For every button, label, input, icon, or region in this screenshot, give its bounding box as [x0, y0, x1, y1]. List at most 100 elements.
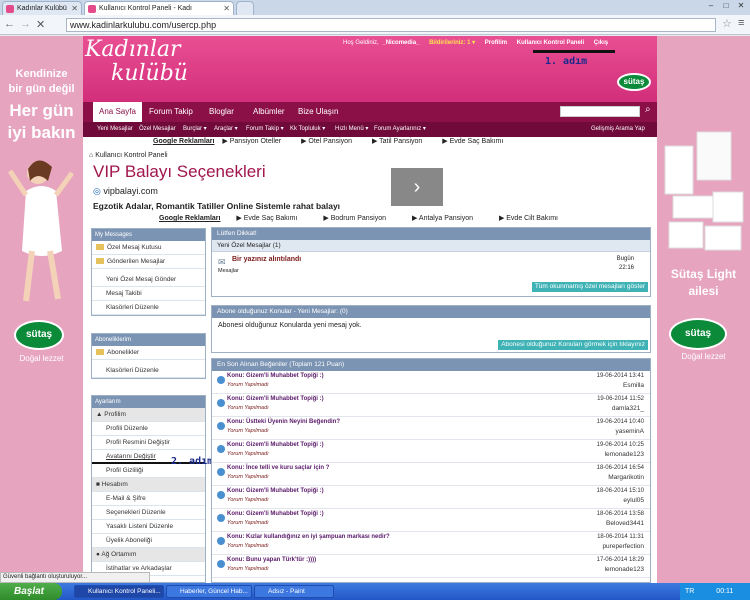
nav-forum-takip[interactable]: Forum Takip [149, 102, 193, 122]
subnav-yeni-mesajlar[interactable]: Yeni Mesajlar [97, 122, 133, 137]
tab-label: Kadınlar Kulübü [17, 5, 67, 12]
google-ads-label[interactable]: Google Reklamları [153, 138, 214, 145]
nav-albumler[interactable]: Albümler [253, 102, 285, 122]
notifications-link[interactable]: Bildirileriniz: 1 ▾ [429, 40, 475, 46]
username-link[interactable]: _Nicomedia_ [382, 40, 419, 46]
sidebar-item-sent[interactable]: Gönderilen Mesajlar [92, 255, 205, 269]
stop-icon[interactable]: ✕ [36, 18, 45, 31]
site-logo[interactable]: Kadınlar kulübü [85, 38, 227, 100]
subnav-burclar[interactable]: Burçlar ▾ [183, 122, 207, 137]
sidebar-section-title[interactable]: My Messages [92, 229, 205, 241]
minimize-icon[interactable]: – [704, 0, 718, 12]
menu-icon[interactable]: ≡ [738, 17, 744, 29]
close-tab-icon[interactable]: ✕ [71, 2, 78, 15]
vip-ad-arrow-button[interactable]: › [391, 168, 443, 206]
profile-link[interactable]: Profilim [485, 40, 507, 46]
start-button[interactable]: Başlat [0, 583, 62, 600]
like-thread-link[interactable]: Konu: İnce telli ve kuru saçlar için ? [227, 465, 329, 471]
ad-link[interactable]: ▶ Bodrum Pansiyon [323, 215, 386, 222]
like-thread-link[interactable]: Konu: Bunu yapan Türk'tür :)))) [227, 557, 316, 563]
window-close-icon[interactable]: ✕ [734, 0, 748, 12]
like-user-link[interactable]: yaseminA [615, 428, 644, 435]
left-side-ad[interactable]: Kendinize bir gün değil Her gün iyi bakı… [0, 36, 83, 583]
sidebar-item-profile-picture[interactable]: Profil Resmini Değiştir [92, 436, 205, 450]
bookmark-star-icon[interactable]: ☆ [722, 17, 732, 30]
sidebar-item-membership[interactable]: Üyelik Aboneliği [92, 534, 205, 548]
like-user-link[interactable]: eylul05 [623, 497, 644, 504]
subnav-araclar[interactable]: Araçlar ▾ [214, 122, 238, 137]
forward-icon[interactable]: → [20, 18, 31, 30]
new-tab-button[interactable] [236, 1, 254, 15]
subnav-hizli-menu[interactable]: Hızlı Menü ▾ [335, 122, 368, 137]
sidebar-item-edit-profile[interactable]: Profili Düzenle [92, 422, 205, 436]
like-user-link[interactable]: Margarikotin [608, 474, 644, 481]
like-thread-link[interactable]: Konu: Gizem'li Muhabbet Topiği :) [227, 396, 324, 402]
sidebar-section-title[interactable]: Aboneliklerim [92, 334, 205, 346]
like-comment: Yorum Yapılmadı [227, 428, 269, 434]
sidebar-item-options[interactable]: Seçenekleri Düzenle [92, 506, 205, 520]
ad-link[interactable]: ▶ Otel Pansiyon [301, 138, 352, 145]
like-user-link[interactable]: damla321_ [612, 405, 644, 412]
like-user-link[interactable]: pureperfection [602, 543, 644, 550]
sidebar-item-sub-folders[interactable]: Klasörleri Düzenle [92, 364, 205, 378]
taskbar-item-chrome-news[interactable]: Haberler, Güncel Hab... [166, 585, 252, 598]
logout-link[interactable]: Çıkış [594, 40, 608, 46]
nav-bize-ulasin[interactable]: Bize Ulaşın [298, 102, 338, 122]
vip-ad-title[interactable]: VIP Balayı Seçenekleri [93, 162, 659, 182]
like-comment: Yorum Yapılmadı [227, 566, 269, 572]
back-icon[interactable]: ← [4, 18, 15, 30]
search-icon[interactable]: ⌕ [645, 104, 651, 115]
sidebar-item-folders[interactable]: Klasörleri Düzenle [92, 301, 205, 315]
nav-home[interactable]: Ana Sayfa [93, 102, 142, 122]
browser-tab-kadinlar[interactable]: Kadınlar Kulübü ✕ [2, 1, 82, 15]
like-date: 18-06-2014 13:58 [596, 511, 644, 517]
like-row: Konu: Üstteki Üyenin Neyini Beğendin? Yor… [212, 417, 650, 440]
like-thread-link[interactable]: Konu: Üstteki Üyenin Neyini Beğendin? [227, 419, 340, 425]
like-thread-link[interactable]: Konu: Gizem'li Muhabbet Topiği :) [227, 511, 324, 517]
ad-link[interactable]: ▶ Antalya Pansiyon [412, 215, 473, 222]
control-panel-link[interactable]: Kullanıcı Kontrol Paneli [517, 40, 584, 46]
right-side-ad[interactable]: Sütaş Light ailesi sütaş Doğal lezzet [657, 36, 750, 583]
like-user-link[interactable]: Esmilla [623, 382, 644, 389]
ad-link[interactable]: ▶ Evde Cilt Bakımı [499, 215, 558, 222]
advanced-search-link[interactable]: Gelişmiş Arama Yap [591, 122, 645, 137]
vip-ad-url[interactable]: ◎ vipbalayi.com [93, 186, 659, 197]
close-tab-icon[interactable]: ✕ [223, 2, 230, 15]
like-user-link[interactable]: Beloved3441 [606, 520, 644, 527]
subnav-kk-topluluk[interactable]: Kk Topluluk ▾ [290, 122, 325, 137]
ad-link[interactable]: ▶ Tatil Pansiyon [372, 138, 422, 145]
language-indicator[interactable]: TR [685, 588, 694, 595]
show-unread-pms-button[interactable]: Tüm okunmamış özel mesajları göster [531, 282, 648, 292]
url-field[interactable]: www.kadinlarkulubu.com/usercp.php [66, 18, 716, 32]
sidebar-item-subscriptions[interactable]: Abonelikler [92, 346, 205, 360]
taskbar-item-paint[interactable]: Adsız - Paint [254, 585, 334, 598]
sidebar-item-inbox[interactable]: Özel Mesaj Kutusu [92, 241, 205, 255]
vip-ad[interactable]: VIP Balayı Seçenekleri ◎ vipbalayi.com E… [93, 162, 659, 217]
home-icon[interactable]: ⌂ [89, 152, 93, 159]
like-thread-link[interactable]: Konu: Kızlar kullandığınız en iyi şampua… [227, 534, 390, 540]
sidebar-item-new-pm[interactable]: Yeni Özel Mesaj Gönder [92, 273, 205, 287]
like-thread-link[interactable]: Konu: Gizem'li Muhabbet Topiği :) [227, 442, 324, 448]
subnav-ozel-mesajlar[interactable]: Özel Mesajlar [139, 122, 176, 137]
like-thread-link[interactable]: Konu: Gizem'li Muhabbet Topiği :) [227, 488, 324, 494]
search-input[interactable] [560, 106, 640, 117]
ad-link[interactable]: ▶ Pansiyon Oteller [222, 138, 281, 145]
browser-tab-kontrol-paneli[interactable]: Kullanıcı Kontrol Paneli - Kadı ✕ [84, 1, 234, 15]
pm-title-link[interactable]: Bir yazınız alıntılandı [232, 256, 301, 263]
sidebar-item-email-password[interactable]: E-Mail & Şifre [92, 492, 205, 506]
like-user-link[interactable]: lemonade123 [605, 566, 644, 573]
like-user-link[interactable]: lemonade123 [605, 451, 644, 458]
taskbar-item-chrome-cp[interactable]: Kullanıcı Kontrol Paneli... [74, 585, 164, 598]
subnav-forum-ayarlari[interactable]: Forum Ayarlarınız ▾ [374, 122, 426, 137]
sidebar-section-title[interactable]: Ayarlarım [92, 396, 205, 408]
google-ads-label[interactable]: Google Reklamları [159, 215, 220, 222]
maximize-icon[interactable]: □ [719, 0, 733, 12]
subnav-forum-takip[interactable]: Forum Takip ▾ [246, 122, 284, 137]
ad-link[interactable]: ▶ Evde Saç Bakımı [236, 215, 297, 222]
nav-bloglar[interactable]: Bloglar [209, 102, 234, 122]
sidebar-item-tracking[interactable]: Mesaj Takibi [92, 287, 205, 301]
like-thread-link[interactable]: Konu: Gizem'li Muhabbet Topiği :) [227, 373, 324, 379]
show-subscribed-threads-button[interactable]: Abonesi olduğunuz Konuları görmek için t… [498, 340, 648, 350]
sidebar-item-ignore-list[interactable]: Yasaklı Listeni Düzenle [92, 520, 205, 534]
ad-link[interactable]: ▶ Evde Saç Bakımı [442, 138, 503, 145]
